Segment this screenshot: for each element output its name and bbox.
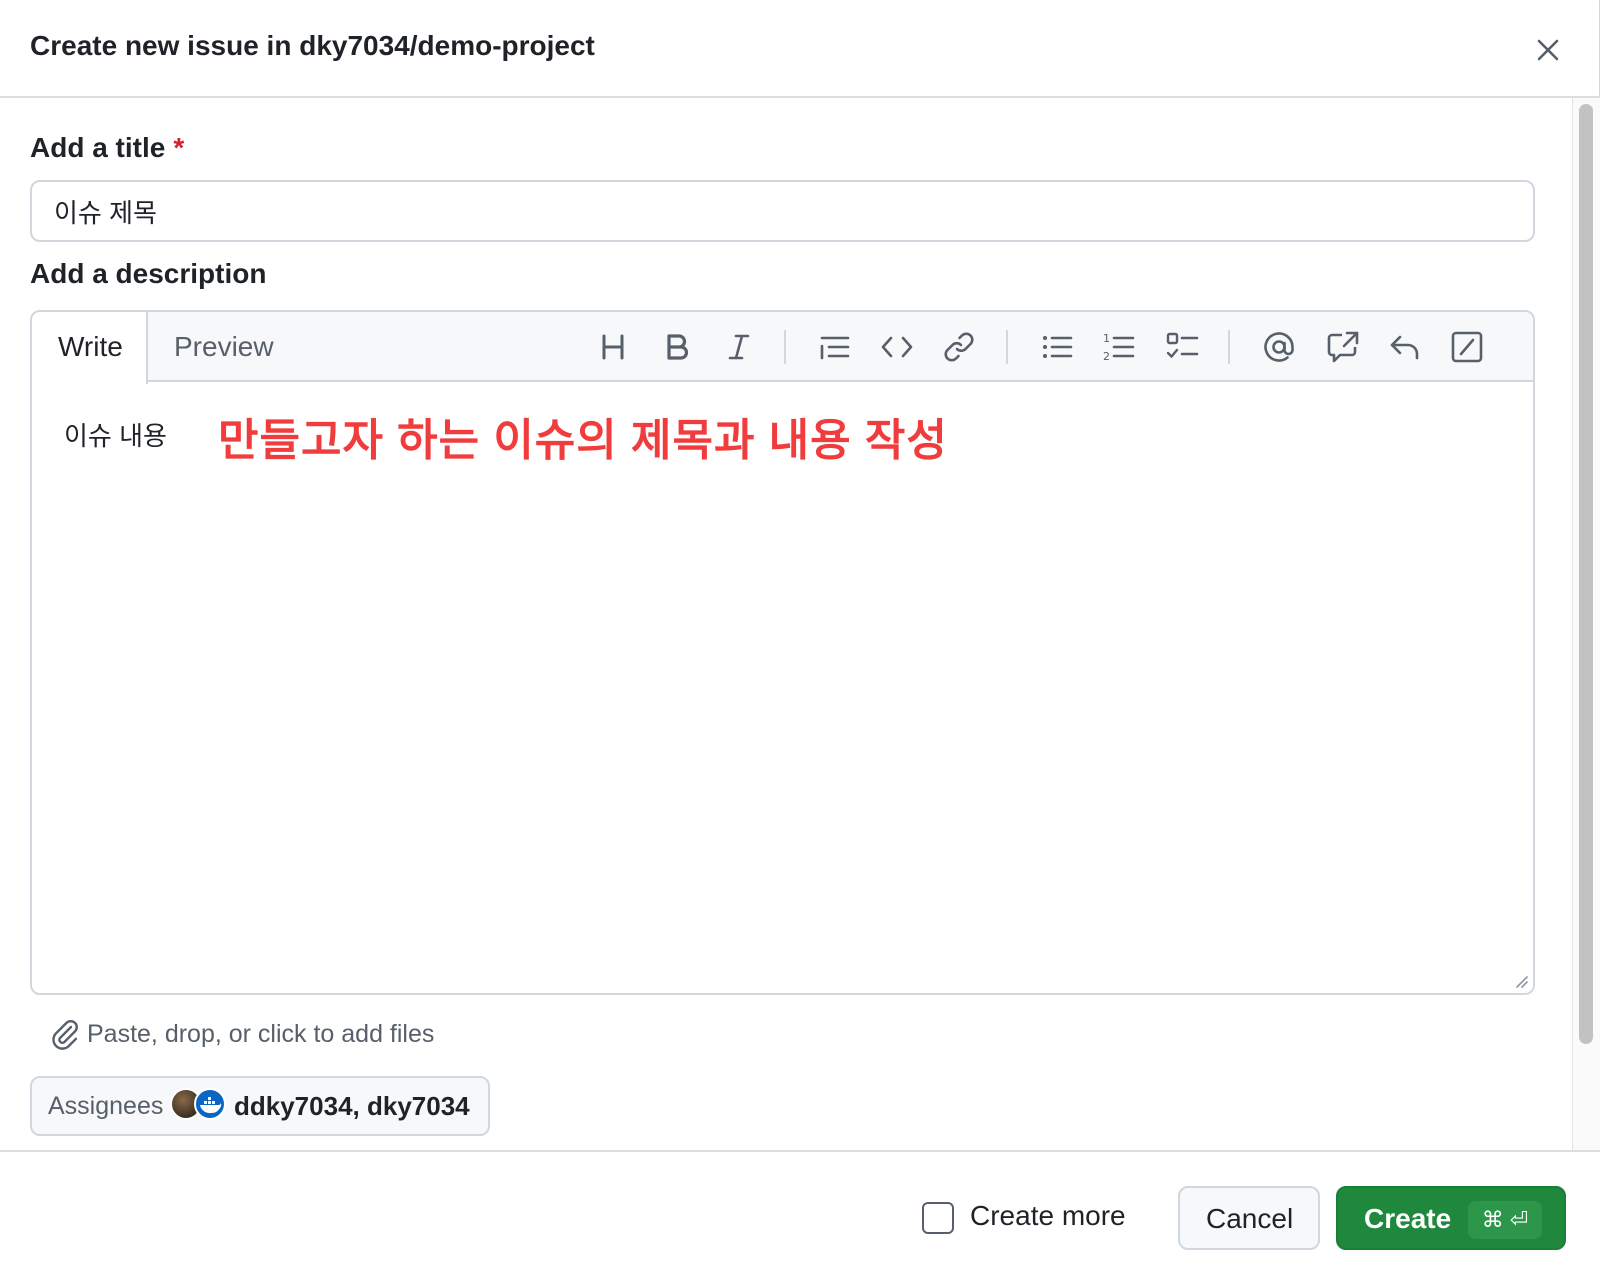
create-issue-dialog: Create new issue in dky7034/demo-project… [0, 0, 1600, 1278]
cross-reference-button[interactable] [1324, 328, 1362, 366]
italic-icon [728, 334, 750, 360]
assignees-label: Assignees [48, 1092, 164, 1120]
mention-button[interactable] [1260, 328, 1298, 366]
scrollbar-thumb[interactable] [1579, 104, 1593, 1044]
assignees-button[interactable]: Assignees ddky7034, dky7034 [30, 1076, 490, 1136]
dialog-footer: Create more Cancel Create ⌘ ⏎ [0, 1150, 1600, 1278]
svg-text:1: 1 [1103, 332, 1110, 345]
link-icon [944, 332, 974, 362]
markdown-editor: Write Preview 1 2 이슈 내용 만들고자 하는 이슈의 제목과 … [30, 310, 1535, 995]
description-textarea-content[interactable]: 이슈 내용 [64, 416, 167, 453]
tab-preview[interactable]: Preview [148, 312, 300, 382]
dialog-title: Create new issue in dky7034/demo-project [30, 30, 595, 61]
ordered-list-icon: 1 2 [1103, 332, 1135, 363]
saved-reply-button[interactable] [1386, 328, 1424, 366]
annotation-text: 만들고자 하는 이슈의 제목과 내용 작성 [218, 416, 948, 465]
quote-icon [820, 336, 850, 360]
attach-files-label: Paste, drop, or click to add files [87, 1020, 435, 1048]
title-label: Add a title * [30, 132, 184, 164]
unordered-list-button[interactable] [1038, 328, 1076, 366]
task-list-button[interactable] [1164, 328, 1202, 366]
cross-reference-icon [1327, 331, 1359, 363]
close-icon [1537, 39, 1559, 61]
resize-handle-icon[interactable] [1511, 971, 1529, 989]
avatar [194, 1088, 226, 1120]
title-label-text: Add a title [30, 132, 166, 163]
cancel-button-label: Cancel [1206, 1203, 1294, 1234]
slash-command-icon [1451, 331, 1483, 363]
quote-button[interactable] [816, 328, 854, 366]
toolbar-divider [784, 330, 786, 364]
mention-icon [1264, 332, 1294, 362]
task-list-icon [1166, 332, 1199, 359]
assignees-names: ddky7034, dky7034 [234, 1091, 470, 1121]
dialog-header: Create new issue in dky7034/demo-project [0, 0, 1600, 98]
docker-whale-icon [200, 1097, 222, 1114]
unordered-list-icon [1043, 336, 1073, 358]
create-more-checkbox[interactable] [922, 1202, 954, 1234]
heading-button[interactable] [594, 328, 632, 366]
code-button[interactable] [878, 328, 916, 366]
ordered-list-button[interactable]: 1 2 [1100, 328, 1138, 366]
paperclip-icon [52, 1020, 78, 1050]
code-icon [881, 336, 913, 358]
cancel-button[interactable]: Cancel [1178, 1186, 1320, 1250]
scrollbar[interactable] [1572, 98, 1600, 1150]
link-button[interactable] [940, 328, 978, 366]
svg-text:2: 2 [1103, 350, 1110, 363]
bold-icon [667, 334, 689, 360]
description-label: Add a description [30, 258, 267, 289]
dialog-body: Add a title* Add a description Write Pre… [0, 98, 1570, 1150]
slash-command-button[interactable] [1448, 328, 1486, 366]
heading-icon [602, 334, 624, 360]
create-button-label: Create [1364, 1203, 1452, 1234]
saved-reply-icon [1390, 335, 1419, 360]
create-button[interactable]: Create ⌘ ⏎ [1336, 1186, 1566, 1250]
editor-toolbar: Write Preview 1 2 [32, 312, 1533, 384]
required-marker: * [173, 132, 185, 163]
toolbar-divider [1006, 330, 1008, 364]
tab-write[interactable]: Write [32, 312, 148, 384]
title-input[interactable] [30, 180, 1535, 242]
toolbar-divider [1228, 330, 1230, 364]
close-button[interactable] [1530, 32, 1566, 68]
create-more-label: Create more [970, 1200, 1126, 1231]
bold-button[interactable] [658, 328, 696, 366]
keyboard-shortcut-badge: ⌘ ⏎ [1468, 1201, 1542, 1239]
italic-button[interactable] [720, 328, 758, 366]
